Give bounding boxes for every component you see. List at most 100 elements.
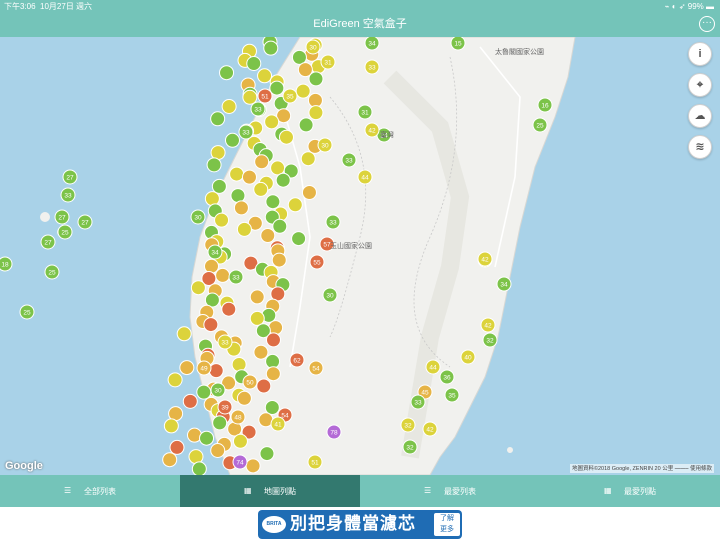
cluster-marker[interactable] <box>204 258 220 274</box>
cluster-marker[interactable] <box>236 221 252 237</box>
aq-marker[interactable]: 33 <box>217 334 233 350</box>
aq-marker[interactable]: 51 <box>307 454 323 470</box>
ad-banner[interactable]: BRITA 別把身體當濾芯 了解 更多 <box>258 510 462 539</box>
cluster-marker[interactable] <box>219 65 235 81</box>
weather-layer-button[interactable]: ☁ <box>688 104 712 128</box>
aq-marker[interactable]: 42 <box>364 122 380 138</box>
cluster-marker[interactable] <box>275 172 291 188</box>
aq-marker[interactable]: 34 <box>207 244 223 260</box>
cluster-marker[interactable] <box>264 114 280 130</box>
cluster-marker[interactable] <box>169 439 185 455</box>
aq-marker[interactable]: 34 <box>496 276 512 292</box>
aq-marker[interactable]: 50 <box>242 374 258 390</box>
cluster-marker[interactable] <box>230 188 246 204</box>
cluster-marker[interactable] <box>188 449 204 465</box>
aq-marker[interactable]: 15 <box>450 37 466 51</box>
aq-marker[interactable]: 78 <box>326 424 342 440</box>
aq-marker[interactable]: 51 <box>257 88 273 104</box>
tab-all-list[interactable]: ☰ 全部列表 <box>0 475 180 507</box>
aq-marker[interactable]: 33 <box>341 152 357 168</box>
cluster-marker[interactable] <box>212 415 228 431</box>
cluster-marker[interactable] <box>163 418 179 434</box>
aq-marker[interactable]: 44 <box>425 359 441 375</box>
aq-marker[interactable]: 18 <box>0 256 13 272</box>
aq-marker[interactable]: 33 <box>238 124 254 140</box>
ad-cta-button[interactable]: 了解 更多 <box>434 513 460 536</box>
locate-button[interactable]: ⌖ <box>688 73 712 97</box>
aq-marker[interactable]: 33 <box>410 394 426 410</box>
cluster-marker[interactable] <box>298 117 314 133</box>
aq-marker[interactable]: 54 <box>308 360 324 376</box>
cluster-marker[interactable] <box>199 430 215 446</box>
aq-marker[interactable]: 35 <box>444 387 460 403</box>
aq-marker[interactable]: 16 <box>537 97 553 113</box>
aq-marker[interactable]: 27 <box>40 234 56 250</box>
cluster-marker[interactable] <box>233 200 249 216</box>
cluster-marker[interactable] <box>265 332 281 348</box>
cluster-marker[interactable] <box>179 360 195 376</box>
cluster-marker[interactable] <box>215 267 231 283</box>
cluster-marker[interactable] <box>263 40 279 56</box>
map-attribution[interactable]: 地圖資料©2018 Google, ZENRIN 20 公里 ⎯⎯⎯⎯⎯ 使用條… <box>569 464 714 473</box>
wind-layer-button[interactable]: ≋ <box>688 135 712 159</box>
aq-marker[interactable]: 30 <box>190 209 206 225</box>
cluster-marker[interactable] <box>253 344 269 360</box>
cluster-marker[interactable] <box>287 197 303 213</box>
aq-marker[interactable]: 30 <box>305 39 321 55</box>
aq-marker[interactable]: 30 <box>210 382 226 398</box>
cluster-marker[interactable] <box>221 301 237 317</box>
cluster-marker[interactable] <box>259 446 275 462</box>
cluster-marker[interactable] <box>269 80 285 96</box>
aq-marker[interactable]: 33 <box>250 101 266 117</box>
aq-marker[interactable]: 30 <box>317 137 333 153</box>
cluster-marker[interactable] <box>229 166 245 182</box>
cluster-marker[interactable] <box>203 317 219 333</box>
cluster-marker[interactable] <box>196 384 212 400</box>
cluster-marker[interactable] <box>224 132 240 148</box>
cluster-marker[interactable] <box>300 151 316 167</box>
aq-marker[interactable]: 42 <box>422 421 438 437</box>
more-button[interactable]: ··· <box>699 16 715 32</box>
aq-marker[interactable]: 34 <box>364 37 380 51</box>
aq-marker[interactable]: 27 <box>62 169 78 185</box>
tab-favorite-map[interactable]: ▦ 最愛列點 <box>540 475 720 507</box>
aq-marker[interactable]: 36 <box>439 369 455 385</box>
aq-marker[interactable]: 32 <box>400 417 416 433</box>
cluster-marker[interactable] <box>204 191 220 207</box>
cluster-marker[interactable] <box>256 378 272 394</box>
cluster-marker[interactable] <box>268 320 284 336</box>
aq-marker[interactable]: 25 <box>19 304 35 320</box>
aq-marker[interactable]: 44 <box>357 169 373 185</box>
cluster-marker[interactable] <box>236 390 252 406</box>
cluster-marker[interactable] <box>211 178 227 194</box>
cluster-marker[interactable] <box>308 71 324 87</box>
aq-marker[interactable]: 39 <box>217 399 233 415</box>
aq-marker[interactable]: 31 <box>320 54 336 70</box>
aq-marker[interactable]: 35 <box>282 88 298 104</box>
cluster-marker[interactable] <box>291 231 307 247</box>
map-view[interactable]: 15 27 27 25 27 33 27 18 25 25 30 34 31 33 16 51 35 33 33 31… <box>0 37 720 475</box>
aq-marker[interactable]: 32 <box>402 439 418 455</box>
aq-marker[interactable]: 33 <box>364 59 380 75</box>
cluster-marker[interactable] <box>241 169 257 185</box>
aq-marker[interactable]: 48 <box>230 409 246 425</box>
cluster-marker[interactable] <box>278 129 294 145</box>
aq-marker[interactable]: 42 <box>480 317 496 333</box>
aq-marker[interactable]: 31 <box>357 104 373 120</box>
cluster-marker[interactable] <box>210 111 226 127</box>
cluster-marker[interactable] <box>265 366 281 382</box>
cluster-marker[interactable] <box>295 83 311 99</box>
cluster-marker[interactable] <box>221 99 237 114</box>
cluster-marker[interactable] <box>308 105 324 121</box>
cluster-marker[interactable] <box>162 452 178 468</box>
aq-marker[interactable]: 27 <box>77 214 93 230</box>
cluster-marker[interactable] <box>265 194 281 210</box>
cluster-marker[interactable] <box>167 372 183 388</box>
aq-marker[interactable]: 27 <box>54 209 70 225</box>
cluster-marker[interactable] <box>232 433 248 449</box>
cluster-marker[interactable] <box>254 154 270 170</box>
aq-marker[interactable]: 33 <box>228 269 244 285</box>
cluster-marker[interactable] <box>206 157 222 173</box>
cluster-marker[interactable] <box>176 326 192 342</box>
cluster-marker[interactable] <box>191 461 207 475</box>
